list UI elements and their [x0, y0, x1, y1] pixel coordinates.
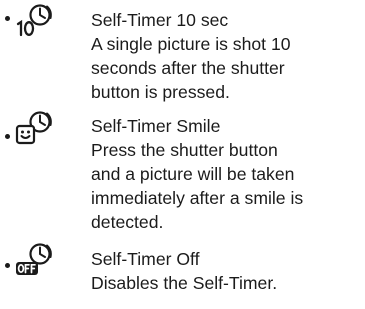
description-line: button is pressed.: [91, 82, 230, 102]
description-line: Press the shutter button: [91, 140, 278, 160]
bullet-dot: [5, 16, 10, 21]
mode-title: Self-Timer 10 sec: [91, 10, 229, 30]
description-line: Disables the Self-Timer.: [91, 273, 278, 293]
mode-title: Self-Timer Smile: [91, 116, 221, 136]
description-line: A single picture is shot 10: [91, 34, 291, 54]
description-line: and a picture will be taken: [91, 164, 295, 184]
self-timer-off-icon: [14, 241, 54, 277]
bullet-dot: [5, 134, 10, 139]
self-timer-smile-icon: [14, 109, 54, 145]
self-timer-10-sec-icon: [14, 2, 54, 38]
mode-title: Self-Timer Off: [91, 249, 200, 269]
mode-description: Self-Timer Off Disables the Self-Timer.: [91, 247, 361, 295]
mode-description: Self-Timer 10 sec A single picture is sh…: [91, 8, 361, 104]
description-line: seconds after the shutter: [91, 58, 285, 78]
bullet-dot: [5, 263, 10, 268]
description-line: detected.: [91, 212, 164, 232]
description-line: immediately after a smile is: [91, 188, 304, 208]
mode-description: Self-Timer Smile Press the shutter butto…: [91, 114, 361, 234]
